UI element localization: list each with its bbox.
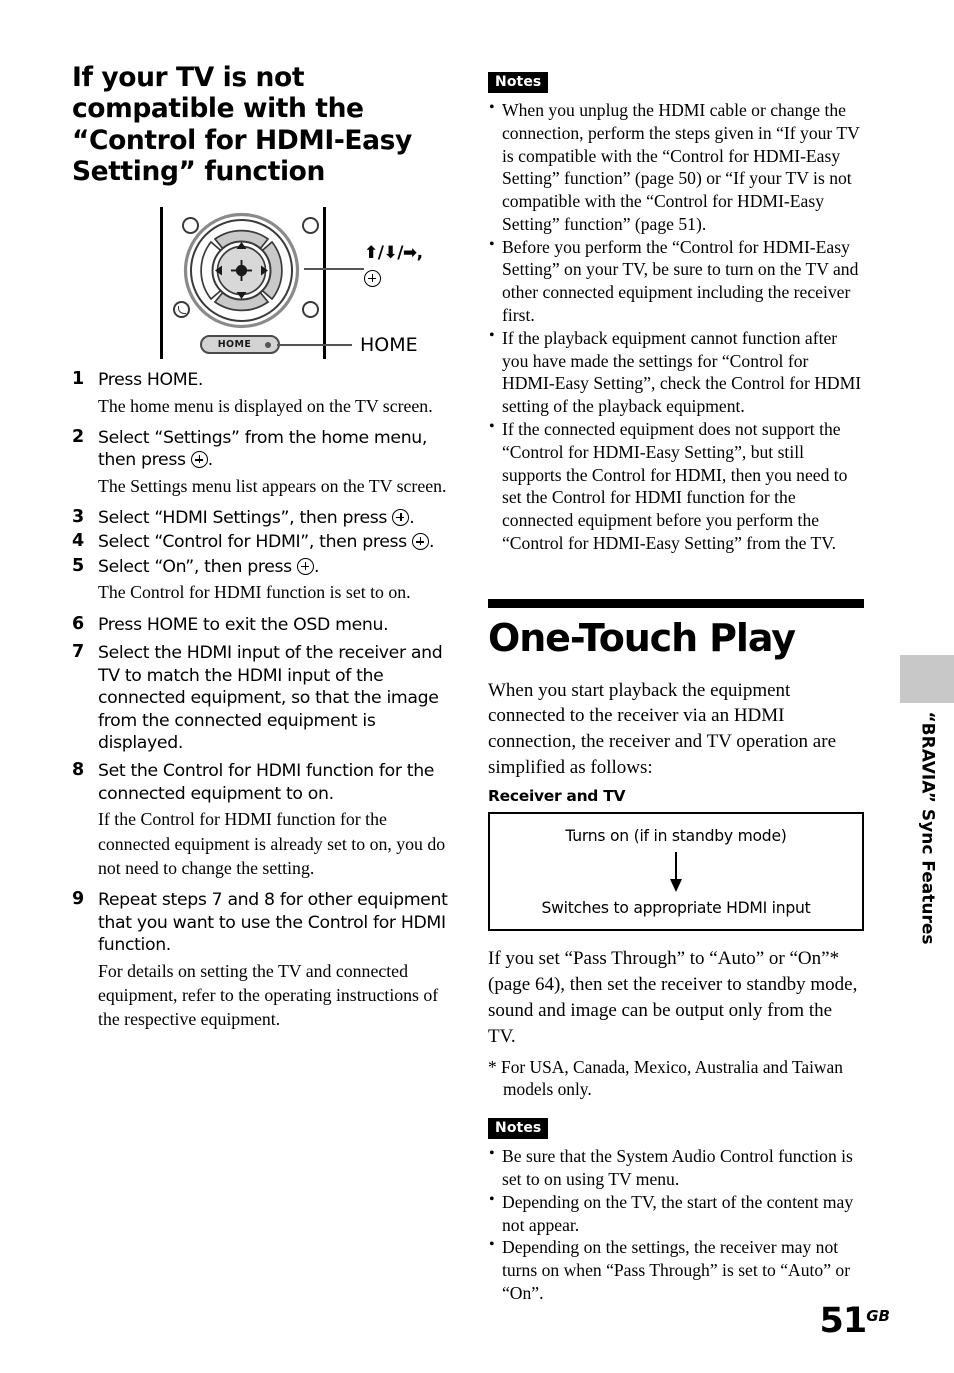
- step-heading-suffix: .: [409, 507, 415, 528]
- page-title: If your TV is not compatible with the “C…: [72, 62, 412, 187]
- left-column: If your TV is not compatible with the “C…: [72, 62, 450, 1040]
- page-number: 51GB: [820, 1301, 890, 1341]
- down-arrow-icon: [669, 851, 683, 892]
- step-heading-text: Select “Settings” from the home menu, th…: [98, 427, 428, 471]
- page-number-value: 51: [819, 1301, 868, 1341]
- step-heading-suffix: .: [428, 532, 435, 553]
- step-heading: Press HOME to exit the OSD menu.: [98, 614, 389, 635]
- notes-label-bottom: Notes: [488, 1118, 549, 1140]
- manual-page: If your TV is not compatible with the “C…: [0, 0, 954, 1373]
- step-heading: Select “On”, then press .: [98, 556, 450, 578]
- chapter-after-box: If you set “Pass Through” to “Auto” or “…: [488, 948, 858, 1047]
- step-heading: Set the Control for HDMI function for th…: [98, 761, 435, 804]
- step-heading: Select “Control for HDMI”, then press .: [98, 531, 450, 553]
- chapter-rule: [488, 598, 864, 608]
- step-heading-text: Select “Control for HDMI”, then press: [98, 532, 407, 553]
- note-item: Before you perform the “Control for HDMI…: [488, 235, 864, 327]
- notes-list-top: When you unplug the HDMI cable or change…: [488, 98, 864, 555]
- step-number: 3: [72, 506, 85, 527]
- step-number: 4: [72, 531, 85, 552]
- circled-plus-icon: [190, 451, 208, 469]
- step-heading-text: Select “HDMI Settings”, then press: [98, 507, 388, 528]
- circled-plus-icon: [392, 508, 410, 526]
- flow-diagram-box: Turns on (if in standby mode) Switches t…: [488, 811, 864, 932]
- step-heading: Press HOME.: [98, 370, 204, 391]
- remote-control-figure: ⬆/⬇/➡, HOME HOME: [72, 203, 450, 363]
- leader-line-home: [277, 344, 352, 347]
- subheading-receiver-and-tv: Receiver and TV: [488, 786, 626, 805]
- step-description: The Control for HDMI function is set to …: [98, 582, 411, 603]
- chapter-footnote: * For USA, Canada, Mexico, Australia and…: [488, 1056, 843, 1099]
- step-2: 2 Select “Settings” from the home menu, …: [72, 427, 450, 498]
- step-heading: Select “HDMI Settings”, then press .: [98, 507, 450, 529]
- note-item: Depending on the settings, the receiver …: [488, 1235, 864, 1304]
- note-item: When you unplug the HDMI cable or change…: [488, 98, 864, 236]
- chapter-intro: When you start playback the equipment co…: [488, 679, 837, 779]
- side-tab-label: “BRAVIA” Sync Features: [917, 711, 938, 945]
- step-number: 7: [72, 642, 85, 663]
- circled-plus-icon: [411, 533, 429, 551]
- figure-bracket-left: [160, 207, 163, 360]
- callout-enter-button: [364, 269, 381, 288]
- step-number: 1: [72, 369, 85, 390]
- step-description: For details on setting the TV and connec…: [98, 960, 439, 1029]
- notes-label-top: Notes: [488, 72, 549, 93]
- notes-list-bottom: Be sure that the System Audio Control fu…: [488, 1144, 864, 1304]
- note-item: If the playback equipment cannot functio…: [488, 326, 864, 418]
- side-tab-block: [900, 655, 954, 703]
- circled-plus-icon: [364, 270, 381, 288]
- note-item: If the connected equipment does not supp…: [488, 417, 864, 555]
- step-3: 3 Select “HDMI Settings”, then press .: [72, 507, 450, 529]
- leader-line-dpad: [304, 268, 364, 271]
- procedure-step-list: 1 Press HOME. The home menu is displayed…: [72, 369, 450, 1031]
- step-6: 6 Press HOME to exit the OSD menu.: [72, 614, 450, 636]
- side-tab-chapter-marker: “BRAVIA” Sync Features: [900, 700, 954, 1000]
- right-column: Notes When you unplug the HDMI cable or …: [488, 72, 864, 1305]
- step-9: 9 Repeat steps 7 and 8 for other equipme…: [72, 889, 450, 1031]
- step-heading: Select the HDMI input of the receiver an…: [98, 643, 443, 753]
- circled-plus-icon: [296, 557, 314, 575]
- step-heading-suffix: .: [207, 450, 214, 471]
- step-heading-text: Select “On”, then press: [98, 556, 292, 577]
- page-region-code: GB: [866, 1307, 890, 1325]
- step-heading-suffix: .: [313, 556, 320, 577]
- step-5: 5 Select “On”, then press . The Control …: [72, 556, 450, 605]
- flow-step-2: Switches to appropriate HDMI input: [541, 898, 811, 917]
- chapter-title: One-Touch Play: [488, 615, 796, 660]
- step-heading: Select “Settings” from the home menu, th…: [98, 427, 450, 472]
- step-heading: Repeat steps 7 and 8 for other equipment…: [98, 890, 448, 956]
- step-description: The home menu is displayed on the TV scr…: [98, 395, 433, 416]
- callout-arrow-keys: ⬆/⬇/➡,: [364, 243, 423, 264]
- step-number: 8: [72, 760, 85, 781]
- step-1: 1 Press HOME. The home menu is displayed…: [72, 369, 450, 418]
- flow-step-1: Turns on (if in standby mode): [565, 826, 787, 845]
- step-number: 5: [72, 555, 85, 576]
- callout-home-label: HOME: [360, 334, 418, 357]
- step-7: 7 Select the HDMI input of the receiver …: [72, 642, 450, 754]
- step-number: 6: [72, 613, 85, 634]
- step-number: 9: [72, 889, 85, 910]
- step-4: 4 Select “Control for HDMI”, then press …: [72, 531, 450, 553]
- step-8: 8 Set the Control for HDMI function for …: [72, 760, 450, 880]
- step-description: The Settings menu list appears on the TV…: [98, 475, 447, 496]
- note-item: Be sure that the System Audio Control fu…: [488, 1144, 864, 1191]
- step-number: 2: [72, 426, 85, 447]
- note-item: Depending on the TV, the start of the co…: [488, 1190, 864, 1237]
- figure-bracket-right: [323, 207, 326, 360]
- step-description: If the Control for HDMI function for the…: [98, 809, 446, 878]
- remote-home-button[interactable]: HOME: [200, 335, 280, 355]
- directional-pad-icon: [175, 212, 308, 329]
